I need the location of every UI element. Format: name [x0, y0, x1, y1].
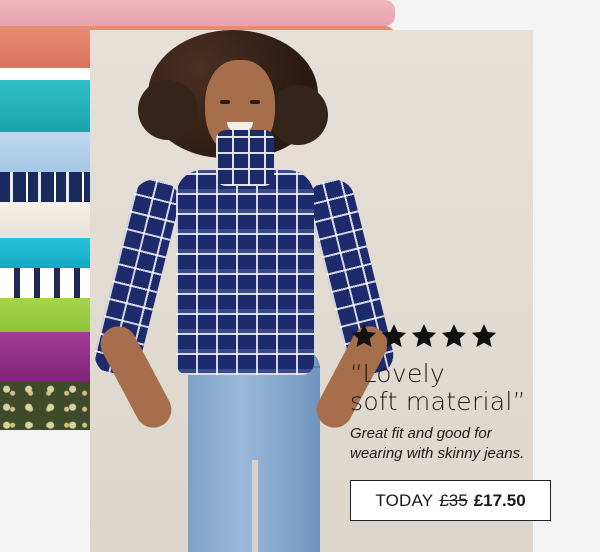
original-price: £35 — [439, 490, 468, 510]
model-photo — [90, 30, 533, 552]
review-detail: Great fit and good for wearing with skin… — [350, 424, 590, 464]
folded-top-pink — [0, 0, 395, 26]
price-button[interactable]: TODAY £35 £17.50 — [350, 480, 551, 521]
star-icon — [410, 322, 438, 350]
star-icon — [350, 322, 378, 350]
jeans-leg-gap — [252, 460, 258, 552]
sale-price: £17.50 — [473, 490, 526, 510]
star-icon — [380, 322, 408, 350]
review-quote-line-1: “Lovely — [350, 359, 445, 388]
star-rating — [350, 322, 590, 356]
star-icon — [440, 322, 468, 350]
price-label: TODAY — [375, 490, 434, 510]
customer-review: “Lovely soft material” Great fit and goo… — [350, 322, 590, 464]
model-turtleneck — [216, 130, 274, 186]
star-icon — [470, 322, 498, 350]
review-quote: “Lovely soft material” — [350, 360, 590, 416]
review-detail-line-2: wearing with skinny jeans. — [350, 445, 525, 462]
review-quote-line-2: soft material” — [350, 387, 526, 416]
model-right-eye — [250, 100, 260, 104]
model-left-eye — [220, 100, 230, 104]
review-detail-line-1: Great fit and good for — [350, 425, 492, 442]
model-shirt — [176, 170, 314, 375]
